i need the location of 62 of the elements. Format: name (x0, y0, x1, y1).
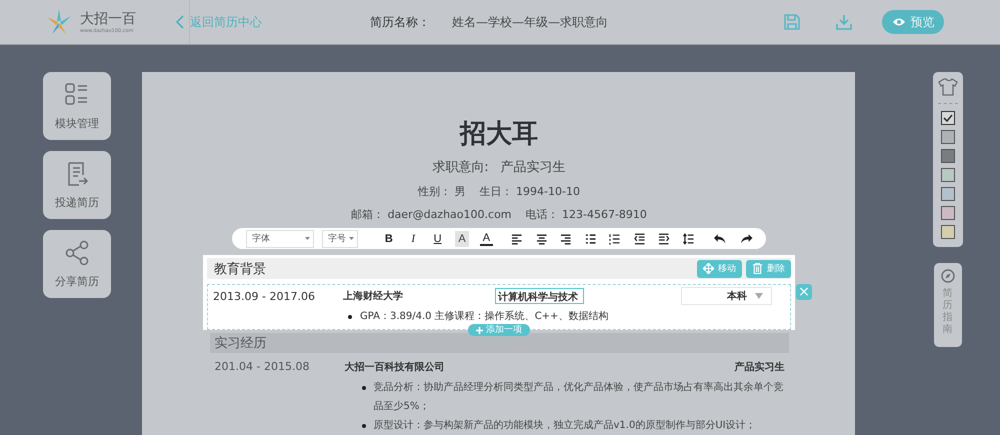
share-icon (64, 240, 90, 266)
shirt-icon (938, 78, 958, 96)
redo-icon[interactable] (740, 232, 753, 245)
theme-swatch[interactable] (940, 225, 954, 239)
bullet-text: 原型设计：参与构架新产品的功能模块，独立完成产品v1.0的原型制作与部分UI设计； (374, 418, 756, 433)
section-title: 教育背景 (214, 260, 267, 278)
move-icon (703, 263, 714, 274)
caret-icon (349, 237, 354, 240)
section-title: 实习经历 (214, 335, 268, 352)
undo-icon[interactable] (713, 232, 727, 245)
format-icon[interactable] (536, 232, 548, 245)
bullet-icon (348, 315, 352, 320)
period: 201.04 - 2015.08 (214, 360, 310, 374)
theme-swatch[interactable] (940, 187, 954, 201)
list-icon (64, 82, 90, 108)
sidebar-tool-button[interactable]: 投递简历 (43, 151, 111, 219)
period: 2013.09 - 2017.06 (212, 290, 316, 303)
format-icon[interactable] (560, 232, 572, 245)
format-icon[interactable] (634, 232, 646, 245)
resume-name-label: 简历名称： (370, 14, 431, 30)
company-name: 大招一百科技有限公司 (344, 360, 446, 374)
trash-icon (752, 263, 763, 274)
format-button[interactable]: U (430, 230, 444, 247)
plus-icon (476, 326, 483, 334)
format-icon[interactable] (609, 232, 621, 245)
intent-value: 产品实习生 (500, 159, 566, 176)
school-name: 上海财经大学 (343, 290, 404, 304)
logo-text: 大招一百 (80, 10, 136, 28)
chevron-left-icon (176, 15, 184, 29)
theme-swatch[interactable] (940, 168, 954, 182)
format-icon[interactable] (682, 232, 694, 245)
theme-swatch[interactable] (940, 206, 954, 220)
format-button[interactable]: A (455, 230, 469, 247)
job-role: 产品实习生 (734, 360, 786, 374)
theme-swatch[interactable] (940, 111, 954, 125)
eye-icon (892, 17, 906, 27)
format-icon[interactable] (658, 232, 670, 245)
resume-name-heading: 招大耳 (460, 118, 538, 151)
bullet-icon (362, 424, 366, 428)
major-field[interactable]: 计算机科学与技术 (495, 288, 584, 304)
bullet-icon (362, 386, 366, 390)
personal-info: 性别： 男 生日： 1994-10-10 (418, 184, 580, 199)
sidebar-tool-button[interactable]: 分享简历 (43, 230, 111, 298)
font-select[interactable]: 字体 (246, 230, 314, 248)
sidebar-tool-button[interactable]: 模块管理 (43, 72, 111, 140)
theme-swatch[interactable] (940, 149, 954, 163)
compass-icon (940, 269, 954, 283)
degree-select[interactable]: 本科 (681, 287, 772, 306)
format-icon[interactable] (511, 232, 523, 245)
bullet-text: GPA：3.89/4.0 主修课程：操作系统、C++、数据结构 (360, 310, 608, 324)
contact-info: 邮箱： daer@dazhao100.com 电话： 123-4567-8910 (351, 207, 647, 222)
format-button[interactable]: B (382, 230, 396, 247)
resume-name: 姓名—学校—年级—求职意向 (452, 14, 609, 30)
format-button[interactable]: A (480, 232, 494, 246)
caret-icon (755, 293, 763, 300)
intent-label: 求职意向: (432, 159, 489, 176)
size-select[interactable]: 字号 (322, 230, 358, 248)
format-icon[interactable] (584, 232, 596, 245)
theme-swatch[interactable] (940, 130, 954, 144)
caret-icon (305, 237, 310, 240)
bullet-text: 竞品分析：协助产品经理分析同类型产品，优化产品体验，使产品市场占有率高出其余单个竞品至少5%； (374, 380, 784, 414)
format-button[interactable]: I (406, 230, 420, 247)
